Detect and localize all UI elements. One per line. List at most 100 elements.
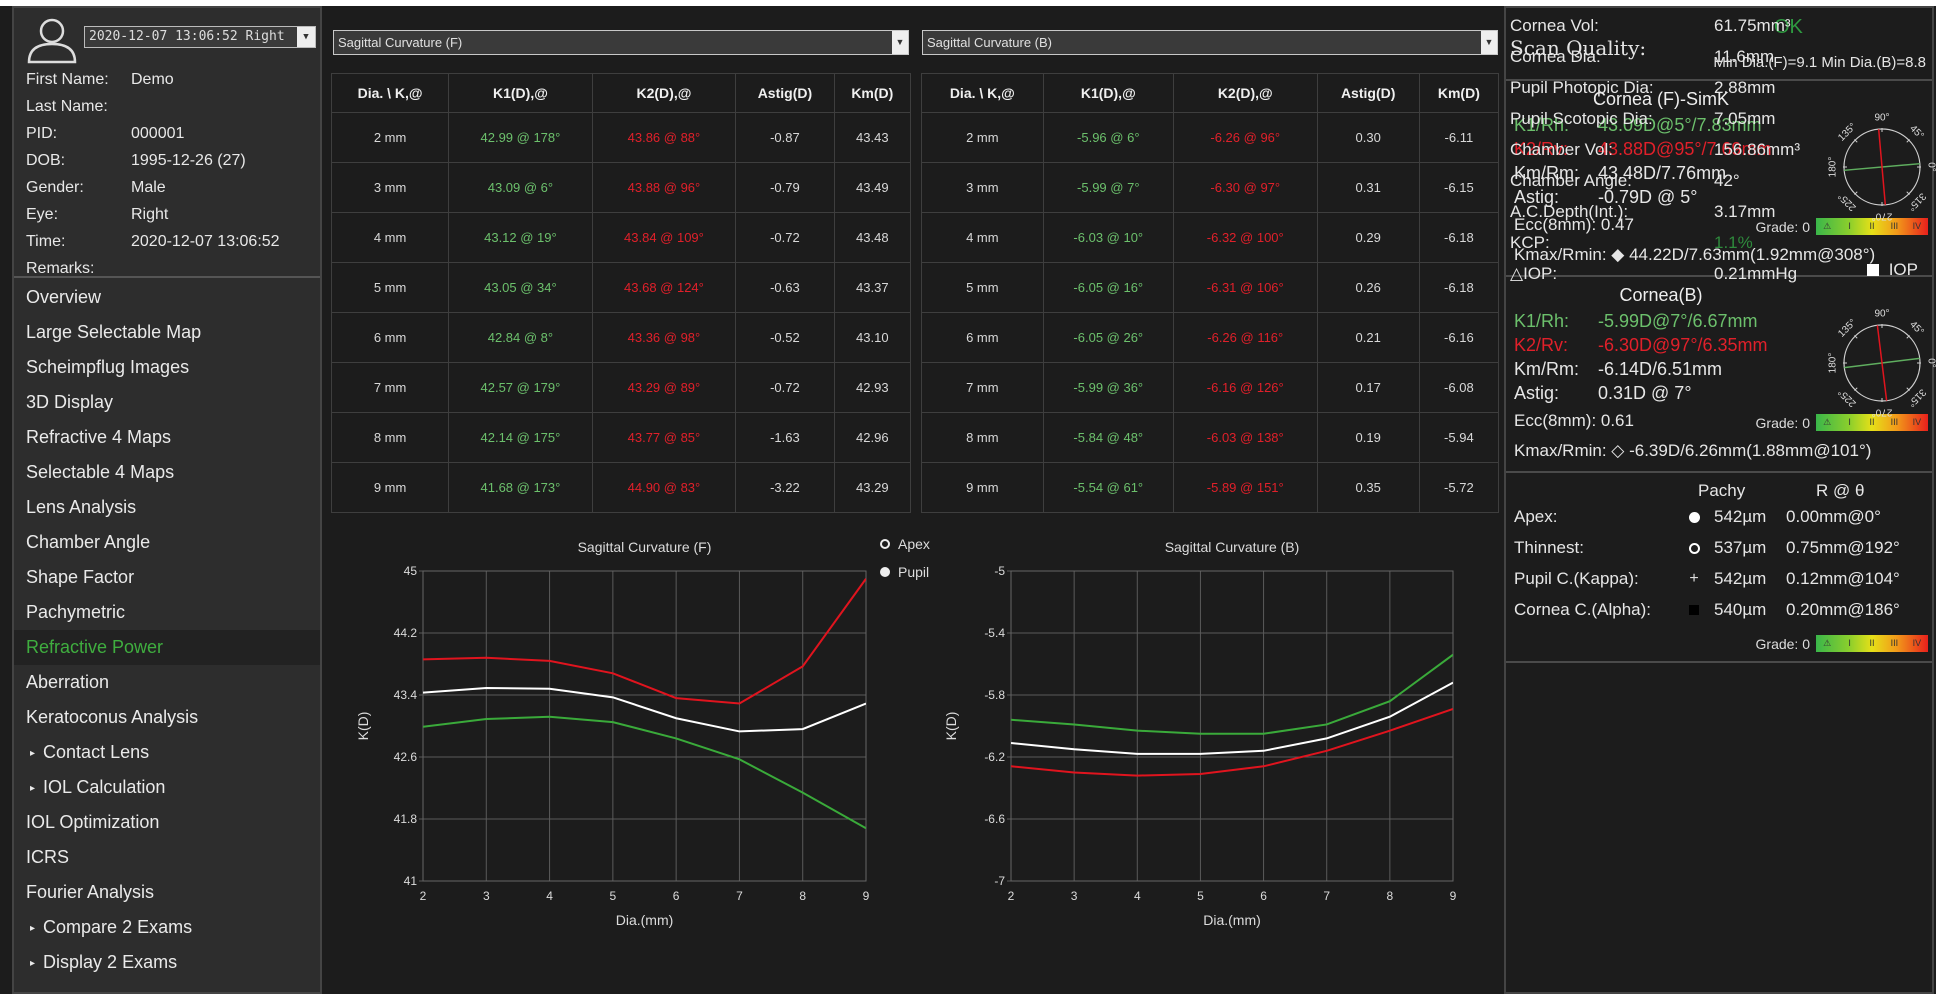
table-cell: 41.68 @ 173°	[448, 462, 593, 513]
front-curvature-chart: Sagittal Curvature (F)2 3 4 5 6 7 8 94544.243.4…	[355, 539, 870, 928]
x-tick-label: 7	[1323, 889, 1330, 903]
table-cell: 5 mm	[921, 262, 1044, 313]
metric-value: 61.75mm³	[1714, 16, 1791, 35]
expand-triangle-icon[interactable]: ▸	[26, 783, 35, 794]
compass-label: 90°	[1874, 309, 1889, 320]
table-cell: 0.17	[1316, 362, 1420, 413]
table-cell: -6.11	[1418, 112, 1500, 163]
sidebar-item-overview[interactable]: Overview	[14, 280, 320, 315]
cornea-back-section: Cornea(B) K1/Rh: -5.99D@7°/6.67mm K2/Rv: -…	[1506, 277, 1936, 473]
expand-triangle-icon[interactable]: ▸	[26, 958, 35, 969]
sidebar-item-label: Display 2 Exams	[43, 952, 178, 972]
y-tick-label: -5.8	[984, 688, 1005, 702]
y-tick-label: 41.8	[394, 812, 418, 826]
sidebar-item-refractive-power[interactable]: Refractive Power	[14, 630, 320, 665]
y-tick-label: -7	[994, 874, 1005, 888]
chart-title: Sagittal Curvature (B)	[1165, 539, 1300, 555]
table-cell: 0.21	[1316, 312, 1420, 363]
patient-field-label: PID:	[26, 125, 58, 142]
table-cell: 43.37	[833, 262, 912, 313]
column-header: K1(D),@	[1042, 73, 1174, 113]
sidebar-item-3d-display[interactable]: 3D Display	[14, 385, 320, 420]
sidebar-item-large-selectable-map[interactable]: Large Selectable Map	[14, 315, 320, 350]
sidebar-item-chamber-angle[interactable]: Chamber Angle	[14, 525, 320, 560]
table-cell: -6.31 @ 106°	[1172, 262, 1318, 313]
table-cell: -0.52	[735, 312, 835, 363]
y-tick-label: 44.2	[394, 626, 418, 640]
chevron-down-icon[interactable]: ▼	[1481, 31, 1497, 54]
sidebar-item-label: Scheimpflug Images	[26, 357, 190, 377]
grade-indicator: Grade: 0 ⚠ I II III IV	[1756, 635, 1928, 652]
chevron-down-icon[interactable]: ▼	[892, 31, 908, 54]
patient-field-value: Right	[131, 206, 169, 223]
table-cell: 43.68 @ 124°	[591, 262, 737, 313]
exam-selector-dropdown[interactable]: 2020-12-07 13:06:52 Right ▼	[84, 26, 316, 48]
column-header: Dia. \ K,@	[921, 73, 1044, 113]
sidebar-item-lens-analysis[interactable]: Lens Analysis	[14, 490, 320, 525]
patient-field-value: 2020-12-07 13:06:52	[131, 233, 280, 250]
table-cell: 43.48	[833, 212, 912, 263]
y-tick-label: 43.4	[394, 688, 418, 702]
metric-value: 156.86mm³	[1714, 140, 1800, 159]
metric-value: 0.21mmHg	[1714, 264, 1798, 283]
pachy-symbol: +	[1682, 570, 1706, 588]
sidebar-item-display-2-exams[interactable]: ▸ Display 2 Exams	[14, 945, 320, 980]
sidebar-item-fourier-analysis[interactable]: Fourier Analysis	[14, 875, 320, 910]
metric-label: A.C.Depth(Int.):	[1510, 202, 1629, 221]
k1-value: -5.99D@7°/6.67mm	[1598, 311, 1758, 331]
sidebar-item-icrs[interactable]: ICRS	[14, 840, 320, 875]
sidebar-item-iol-calculation[interactable]: ▸ IOL Calculation	[14, 770, 320, 805]
chevron-down-icon[interactable]: ▼	[297, 27, 315, 47]
table-cell: -6.08	[1418, 362, 1500, 413]
sidebar-item-label: Pachymetric	[26, 602, 126, 622]
sidebar-item-aberration[interactable]: Aberration	[14, 665, 320, 700]
patient-field-row: DOB: 1995-12-26 (27)	[26, 147, 280, 174]
legend-item-pupil[interactable]: Pupil	[880, 558, 930, 586]
sidebar-item-keratoconus-analysis[interactable]: Keratoconus Analysis	[14, 700, 320, 735]
sidebar-item-label: Fourier Analysis	[26, 882, 155, 902]
table-cell: -6.16 @ 126°	[1172, 362, 1318, 413]
sidebar-item-scheimpflug-images[interactable]: Scheimpflug Images	[14, 350, 320, 385]
back-map-selector[interactable]: Sagittal Curvature (B) ▼	[922, 30, 1498, 55]
sidebar-item-label: Selectable 4 Maps	[26, 462, 175, 482]
axis-compass-icon: 90°45°0°315°270°225°180°135°	[1828, 309, 1936, 417]
x-tick-label: 3	[1071, 889, 1078, 903]
patient-field-row: PID: 000001	[26, 120, 280, 147]
sidebar-item-pachymetric[interactable]: Pachymetric	[14, 595, 320, 630]
km-value: -6.14D/6.51mm	[1598, 359, 1723, 379]
sidebar-item-refractive-4-maps[interactable]: Refractive 4 Maps	[14, 420, 320, 455]
table-cell: -3.22	[735, 462, 835, 513]
sidebar-item-compare-2-exams[interactable]: ▸ Compare 2 Exams	[14, 910, 320, 945]
expand-triangle-icon[interactable]: ▸	[26, 748, 35, 759]
grade-bar: ⚠ I II III IV	[1816, 635, 1928, 652]
column-header: Astig(D)	[1316, 73, 1420, 113]
plot-area	[422, 570, 867, 882]
y-tick-label: -5	[994, 564, 1005, 578]
expand-triangle-icon[interactable]: ▸	[26, 923, 35, 934]
table-cell: -5.84 @ 48°	[1042, 412, 1174, 463]
legend-item-apex[interactable]: Apex	[880, 530, 930, 558]
metric-label: Pupil Scotopic Dia:	[1510, 109, 1653, 128]
k2-label: K2/Rv:	[1514, 335, 1569, 355]
table-cell: 8 mm	[921, 412, 1044, 463]
patient-field-label: Gender:	[26, 179, 84, 196]
sidebar-item-label: Aberration	[26, 672, 110, 692]
table-row: 3 mm -5.99 @ 7° -6.30 @ 97° 0.31 -6.15	[921, 162, 1500, 213]
table-row: 9 mm -5.54 @ 61° -5.89 @ 151° 0.35 -5.72	[921, 462, 1500, 513]
patient-field-row: Time: 2020-12-07 13:06:52	[26, 228, 280, 255]
front-map-selector[interactable]: Sagittal Curvature (F) ▼	[333, 30, 909, 55]
patient-field-row: First Name: Demo	[26, 66, 280, 93]
sidebar-item-shape-factor[interactable]: Shape Factor	[14, 560, 320, 595]
table-cell: 0.26	[1316, 262, 1420, 313]
astig-label: Astig:	[1514, 383, 1560, 403]
pachy-value: 542µm	[1714, 507, 1767, 526]
table-cell: 43.84 @ 109°	[591, 212, 737, 263]
grade-label: Grade: 0	[1755, 414, 1810, 431]
sidebar-item-label: Refractive 4 Maps	[26, 427, 172, 447]
sidebar-item-selectable-4-maps[interactable]: Selectable 4 Maps	[14, 455, 320, 490]
column-header: K1(D),@	[448, 73, 593, 113]
sidebar-item-label: Contact Lens	[43, 742, 150, 762]
sidebar-item-contact-lens[interactable]: ▸ Contact Lens	[14, 735, 320, 770]
sidebar-item-iol-optimization[interactable]: IOL Optimization	[14, 805, 320, 840]
table-cell: 43.09 @ 6°	[448, 162, 593, 213]
